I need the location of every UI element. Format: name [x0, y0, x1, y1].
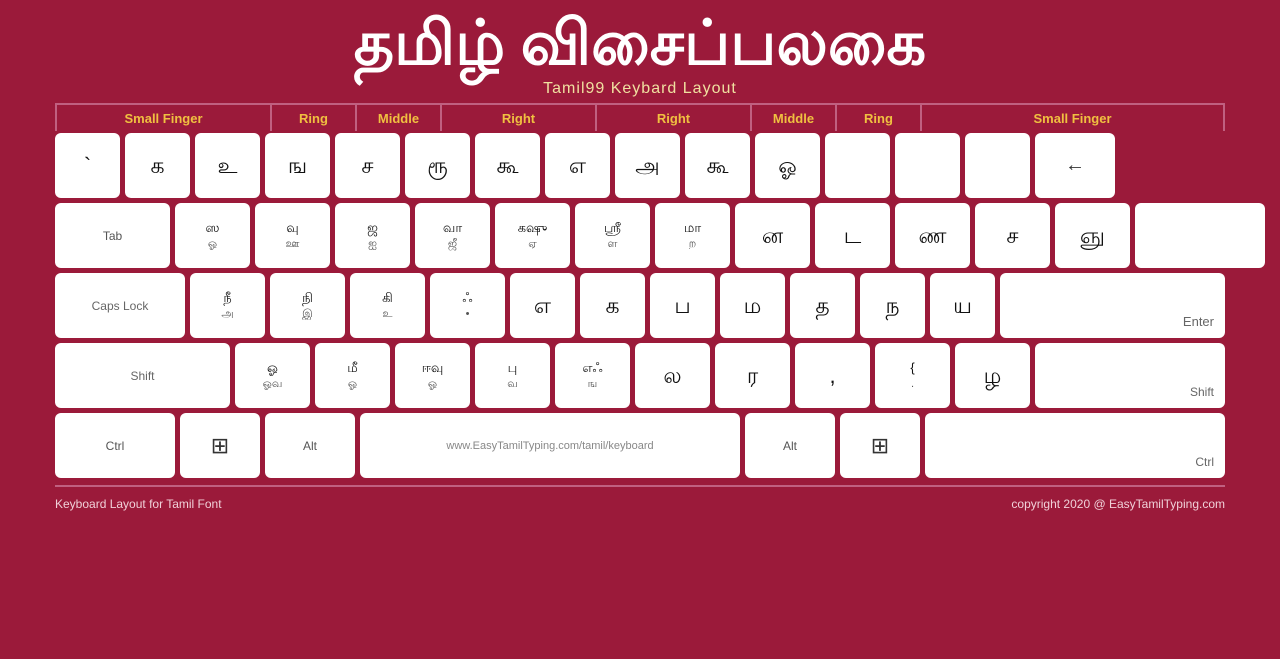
key-period[interactable]: {.	[875, 343, 950, 408]
key-quote[interactable]: ய	[930, 273, 995, 338]
key-2[interactable]: உ	[195, 133, 260, 198]
key-f[interactable]: ஃ•	[430, 273, 505, 338]
keyboard-row-4: Shift ஓஓவ மீஓ ஈவுஓ புவ எஃங ல ர , {. ழ Sh…	[55, 343, 1225, 408]
finger-small-right: Small Finger	[920, 103, 1225, 131]
keyboard-row-1: ` க உ ங ச ரூ கூ எ அ கூ ஓ ←	[55, 133, 1225, 198]
key-m[interactable]: ர	[715, 343, 790, 408]
footer-left: Keyboard Layout for Tamil Font	[55, 497, 222, 511]
key-backtick[interactable]: `	[55, 133, 120, 198]
key-y[interactable]: ஸ்ரீள	[575, 203, 650, 268]
key-q[interactable]: ஸஓ	[175, 203, 250, 268]
key-rbracket[interactable]: ஞு	[1055, 203, 1130, 268]
key-z[interactable]: ஓஓவ	[235, 343, 310, 408]
key-backspace[interactable]: ←	[1035, 133, 1115, 198]
key-8[interactable]: அ	[615, 133, 680, 198]
key-e[interactable]: ஜஐ	[335, 203, 410, 268]
key-ctrl-right[interactable]: Ctrl	[925, 413, 1225, 478]
key-n[interactable]: ல	[635, 343, 710, 408]
key-j[interactable]: ப	[650, 273, 715, 338]
key-d[interactable]: கிஉ	[350, 273, 425, 338]
keyboard-row-2: Tab ஸஓ வுஊ ஜஐ வாஜீ கஷுஏ ஸ்ரீள மாற ன ட ண …	[55, 203, 1225, 268]
key-lbracket[interactable]: ச	[975, 203, 1050, 268]
key-3[interactable]: ங	[265, 133, 330, 198]
keyboard: ` க உ ங ச ரூ கூ எ அ கூ ஓ ← Tab ஸஓ வுஊ ஜஐ…	[55, 133, 1225, 483]
key-b[interactable]: எஃங	[555, 343, 630, 408]
key-x[interactable]: மீஓ	[315, 343, 390, 408]
finger-labels: Small Finger Ring Middle Right Right Mid…	[55, 103, 1225, 131]
footer-divider	[55, 485, 1225, 487]
key-4[interactable]: ச	[335, 133, 400, 198]
finger-small-left: Small Finger	[55, 103, 270, 131]
key-o[interactable]: ட	[815, 203, 890, 268]
key-u[interactable]: மாற	[655, 203, 730, 268]
key-enter-big[interactable]: Enter	[1000, 273, 1225, 338]
key-l[interactable]: த	[790, 273, 855, 338]
finger-right-left: Right	[440, 103, 595, 131]
footer: Keyboard Layout for Tamil Font copyright…	[55, 497, 1225, 511]
key-alt-right[interactable]: Alt	[745, 413, 835, 478]
title-section: தமிழ் விசைப்பலகை Tamil99 Keybard Layout	[354, 0, 926, 103]
key-k[interactable]: ம	[720, 273, 785, 338]
key-shift-left[interactable]: Shift	[55, 343, 230, 408]
key-r[interactable]: வாஜீ	[415, 203, 490, 268]
finger-middle-left: Middle	[355, 103, 440, 131]
keyboard-row-5: Ctrl ⊞ Alt www.EasyTamilTyping.com/tamil…	[55, 413, 1225, 478]
key-alt-left[interactable]: Alt	[265, 413, 355, 478]
finger-ring-left: Ring	[270, 103, 355, 131]
finger-ring-right: Ring	[835, 103, 920, 131]
key-semicolon[interactable]: ந	[860, 273, 925, 338]
key-comma[interactable]: ,	[795, 343, 870, 408]
main-title: தமிழ் விசைப்பலகை	[354, 10, 926, 78]
key-shift-right[interactable]: Shift	[1035, 343, 1225, 408]
key-c[interactable]: ஈவுஓ	[395, 343, 470, 408]
key-bslash[interactable]	[965, 133, 1030, 198]
key-g[interactable]: எ	[510, 273, 575, 338]
key-7[interactable]: எ	[545, 133, 610, 198]
key-h[interactable]: க	[580, 273, 645, 338]
key-v[interactable]: புவ	[475, 343, 550, 408]
key-w[interactable]: வுஊ	[255, 203, 330, 268]
key-s[interactable]: நிஇ	[270, 273, 345, 338]
key-caps-lock[interactable]: Caps Lock	[55, 273, 185, 338]
key-enter[interactable]	[1135, 203, 1265, 268]
finger-right-right: Right	[595, 103, 750, 131]
key-ctrl-left[interactable]: Ctrl	[55, 413, 175, 478]
footer-right: copyright 2020 @ EasyTamilTyping.com	[1011, 497, 1225, 511]
key-minus[interactable]	[825, 133, 890, 198]
key-6[interactable]: கூ	[475, 133, 540, 198]
finger-middle-right: Middle	[750, 103, 835, 131]
key-t[interactable]: கஷுஏ	[495, 203, 570, 268]
key-9[interactable]: கூ	[685, 133, 750, 198]
key-equal[interactable]	[895, 133, 960, 198]
key-5[interactable]: ரூ	[405, 133, 470, 198]
key-win-left[interactable]: ⊞	[180, 413, 260, 478]
key-tab[interactable]: Tab	[55, 203, 170, 268]
subtitle: Tamil99 Keybard Layout	[354, 80, 926, 98]
key-win-right[interactable]: ⊞	[840, 413, 920, 478]
key-space[interactable]: www.EasyTamilTyping.com/tamil/keyboard	[360, 413, 740, 478]
key-a[interactable]: நீஅ	[190, 273, 265, 338]
key-0[interactable]: ஓ	[755, 133, 820, 198]
key-i[interactable]: ன	[735, 203, 810, 268]
key-slash[interactable]: ழ	[955, 343, 1030, 408]
key-p[interactable]: ண	[895, 203, 970, 268]
keyboard-row-3: Caps Lock நீஅ நிஇ கிஉ ஃ• எ க ப ம த ந ய E…	[55, 273, 1225, 338]
key-1[interactable]: க	[125, 133, 190, 198]
